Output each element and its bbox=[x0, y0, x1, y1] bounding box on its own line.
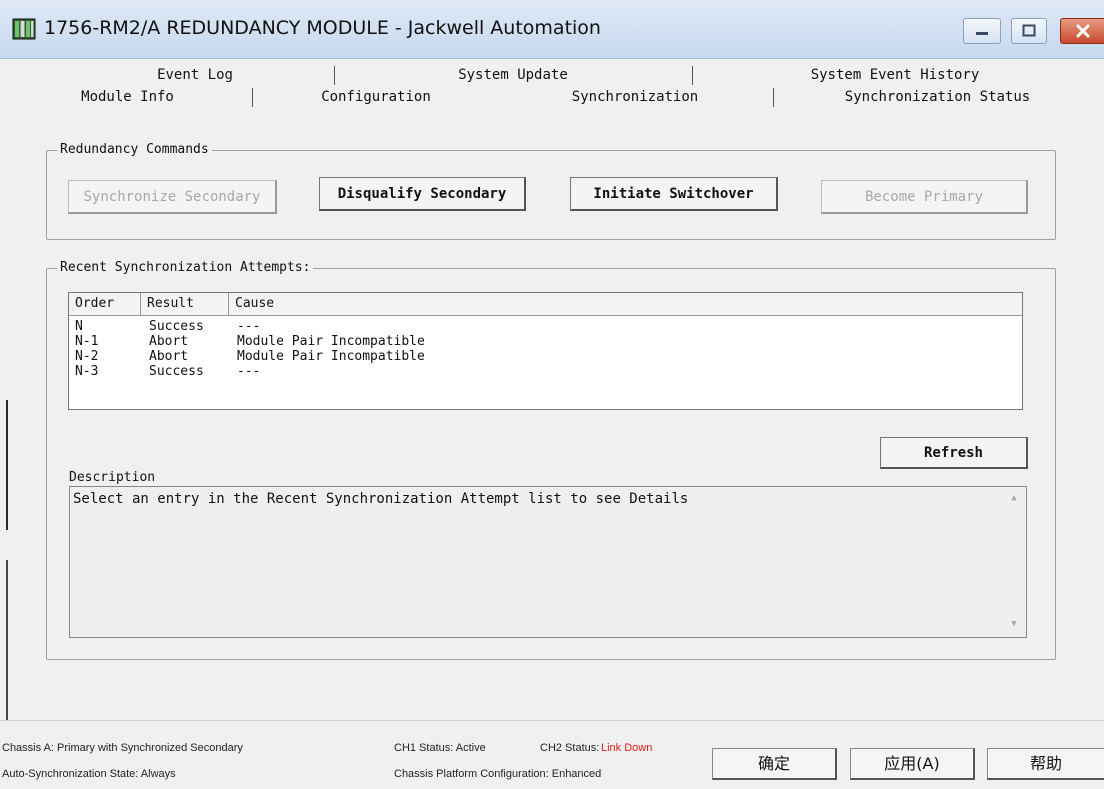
module-properties-window: 1756-RM2/A REDUNDANCY MODULE - Jackwell … bbox=[0, 0, 1104, 789]
list-header: Order Result Cause bbox=[69, 293, 1022, 316]
tab-divider bbox=[334, 66, 335, 85]
minimize-button[interactable] bbox=[963, 18, 1001, 44]
apply-button[interactable]: 应用(A) bbox=[850, 748, 975, 780]
list-item[interactable]: N-3 Success --- bbox=[69, 364, 1022, 379]
tab-divider bbox=[252, 88, 253, 107]
tab-row-bottom: Module Info Configuration Synchronizatio… bbox=[0, 86, 1104, 108]
order-cell: N-2 bbox=[75, 349, 99, 364]
cause-cell: --- bbox=[237, 319, 261, 334]
order-cell: N-3 bbox=[75, 364, 99, 379]
description-text: Select an entry in the Recent Synchroniz… bbox=[73, 491, 689, 507]
order-cell: N bbox=[75, 319, 83, 334]
tab-divider bbox=[692, 66, 693, 85]
refresh-button[interactable]: Refresh bbox=[880, 437, 1028, 469]
tab-system-event-history[interactable]: System Event History bbox=[700, 64, 1090, 86]
cause-cell: --- bbox=[237, 364, 261, 379]
cause-cell: Module Pair Incompatible bbox=[237, 334, 425, 349]
auto-sync-state: Auto-Synchronization State: Always bbox=[2, 768, 176, 780]
chassis-platform-configuration: Chassis Platform Configuration: Enhanced bbox=[394, 768, 602, 780]
order-cell: N-1 bbox=[75, 334, 99, 349]
column-header-order[interactable]: Order bbox=[69, 293, 141, 315]
redundancy-commands-title: Redundancy Commands bbox=[57, 142, 212, 157]
tab-system-update[interactable]: System Update bbox=[338, 64, 688, 86]
synchronize-secondary-button[interactable]: Synchronize Secondary bbox=[68, 180, 277, 214]
become-primary-button[interactable]: Become Primary bbox=[821, 180, 1028, 214]
tab-synchronization[interactable]: Synchronization bbox=[505, 86, 765, 108]
result-cell: Abort bbox=[149, 349, 189, 364]
initiate-switchover-button[interactable]: Initiate Switchover bbox=[570, 177, 778, 211]
ch2-status-value: Link Down bbox=[601, 742, 653, 754]
chassis-a-status: Chassis A: Primary with Synchronized Sec… bbox=[2, 742, 243, 754]
list-item[interactable]: N-1 Abort Module Pair Incompatible bbox=[69, 334, 1022, 349]
title-bar[interactable]: 1756-RM2/A REDUNDANCY MODULE - Jackwell … bbox=[0, 0, 1104, 59]
column-header-cause[interactable]: Cause bbox=[229, 293, 1024, 315]
tab-configuration[interactable]: Configuration bbox=[256, 86, 496, 108]
window-edge-mark bbox=[6, 560, 8, 720]
tab-divider bbox=[773, 88, 774, 107]
cause-cell: Module Pair Incompatible bbox=[237, 349, 425, 364]
minimize-icon bbox=[976, 32, 988, 35]
tab-row-top: Event Log System Update System Event His… bbox=[0, 64, 1104, 86]
close-icon bbox=[1076, 24, 1090, 38]
ok-button[interactable]: 确定 bbox=[712, 748, 837, 780]
module-grid-icon bbox=[12, 18, 36, 40]
maximize-button[interactable] bbox=[1011, 18, 1047, 44]
help-button[interactable]: 帮助 bbox=[987, 748, 1104, 780]
result-cell: Abort bbox=[149, 334, 189, 349]
column-header-result[interactable]: Result bbox=[141, 293, 229, 315]
list-item[interactable]: N Success --- bbox=[69, 319, 1022, 334]
scroll-up-arrow-icon[interactable]: ▲ bbox=[1008, 493, 1020, 503]
tab-event-log[interactable]: Event Log bbox=[60, 64, 330, 86]
description-textbox[interactable]: Select an entry in the Recent Synchroniz… bbox=[69, 486, 1027, 638]
maximize-icon bbox=[1022, 24, 1036, 37]
result-cell: Success bbox=[149, 364, 204, 379]
sync-attempts-title: Recent Synchronization Attempts: bbox=[57, 260, 314, 275]
result-cell: Success bbox=[149, 319, 204, 334]
sync-attempts-list[interactable]: Order Result Cause N Success --- N-1 Abo… bbox=[68, 292, 1023, 410]
tab-synchronization-status[interactable]: Synchronization Status bbox=[780, 86, 1095, 108]
status-separator bbox=[0, 720, 1104, 721]
tab-module-info[interactable]: Module Info bbox=[10, 86, 245, 108]
ch2-status-label: CH2 Status: bbox=[540, 742, 600, 754]
ch1-status: CH1 Status: Active bbox=[394, 742, 486, 754]
scroll-down-arrow-icon[interactable]: ▼ bbox=[1008, 619, 1020, 629]
description-label: Description bbox=[69, 470, 156, 485]
close-button[interactable] bbox=[1060, 18, 1104, 44]
window-title: 1756-RM2/A REDUNDANCY MODULE - Jackwell … bbox=[44, 17, 601, 39]
disqualify-secondary-button[interactable]: Disqualify Secondary bbox=[319, 177, 526, 211]
window-edge-mark bbox=[6, 400, 8, 530]
list-item[interactable]: N-2 Abort Module Pair Incompatible bbox=[69, 349, 1022, 364]
